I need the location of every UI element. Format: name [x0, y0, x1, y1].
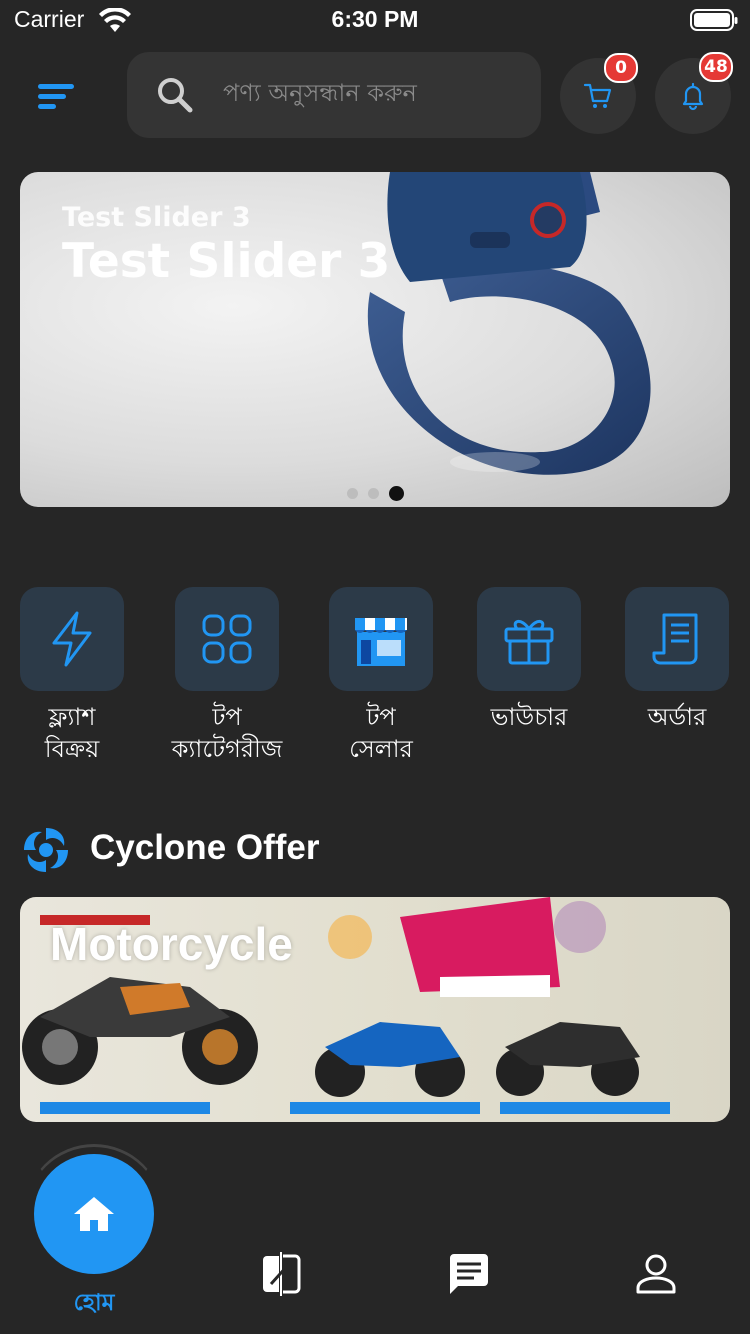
- category-label: টপ সেলার: [349, 703, 413, 763]
- grid-icon: [202, 614, 252, 664]
- slider-title: Test Slider 3: [62, 234, 391, 289]
- status-time: 6:30 PM: [331, 6, 419, 32]
- slider-dots: [20, 486, 730, 501]
- notification-count-badge: 48: [699, 52, 733, 82]
- slider-dot[interactable]: [367, 488, 379, 499]
- cart-icon: [583, 83, 612, 108]
- search-icon: [158, 78, 193, 113]
- offer-banner-title: Motorcycle: [50, 918, 293, 970]
- slider-dot[interactable]: [346, 488, 358, 499]
- category-top-seller[interactable]: টপ সেলার: [306, 587, 456, 765]
- category-tile[interactable]: [477, 587, 581, 691]
- category-flash-sale[interactable]: ফ্ল্যাশ বিক্রয়: [0, 587, 147, 765]
- bell-icon: [682, 82, 704, 111]
- receipt-icon: [652, 613, 698, 665]
- category-tile[interactable]: [329, 587, 433, 691]
- category-tile[interactable]: [20, 587, 124, 691]
- flash-icon: [52, 611, 92, 667]
- compare-icon[interactable]: [259, 1252, 303, 1296]
- category-tile[interactable]: [625, 587, 729, 691]
- offer-banner[interactable]: Motorcycle: [20, 897, 730, 1122]
- home-button[interactable]: [34, 1154, 154, 1274]
- slider-subtitle: Test Slider 3: [62, 202, 251, 233]
- watch-image: [367, 172, 651, 475]
- promo-slider[interactable]: Test Slider 3 Test Slider 3: [20, 172, 730, 507]
- cart-button[interactable]: 0: [560, 53, 638, 134]
- chat-icon[interactable]: [446, 1252, 490, 1296]
- section-title: Cyclone Offer: [90, 828, 320, 867]
- search-placeholder: পণ্য অনুসন্ধান করুন: [223, 79, 417, 107]
- category-label: ভাউচার: [490, 703, 568, 731]
- category-order[interactable]: অর্ডার: [602, 587, 750, 733]
- gift-icon: [504, 620, 554, 665]
- battery-icon: [690, 9, 738, 31]
- cyclone-icon: [24, 828, 68, 872]
- search-bar[interactable]: পণ্য অনুসন্ধান করুন: [127, 52, 541, 138]
- notification-button[interactable]: 48: [655, 52, 733, 134]
- cart-count-badge: 0: [604, 53, 638, 83]
- menu-icon[interactable]: [28, 76, 84, 120]
- home-icon: [74, 1197, 114, 1231]
- category-label: টপ ক্যাটেগরীজ: [171, 703, 283, 763]
- profile-icon[interactable]: [634, 1252, 678, 1296]
- category-voucher[interactable]: ভাউচার: [454, 587, 604, 733]
- category-top-categories[interactable]: টপ ক্যাটেগরীজ: [152, 587, 302, 765]
- motorcycle-graphic: [22, 977, 258, 1085]
- home-label: হোম: [73, 1290, 115, 1316]
- shop-icon: [355, 618, 407, 666]
- slider-dot-active[interactable]: [388, 486, 404, 501]
- category-label: ফ্ল্যাশ বিক্রয়: [44, 703, 100, 763]
- category-tile[interactable]: [175, 587, 279, 691]
- category-label: অর্ডার: [647, 703, 707, 731]
